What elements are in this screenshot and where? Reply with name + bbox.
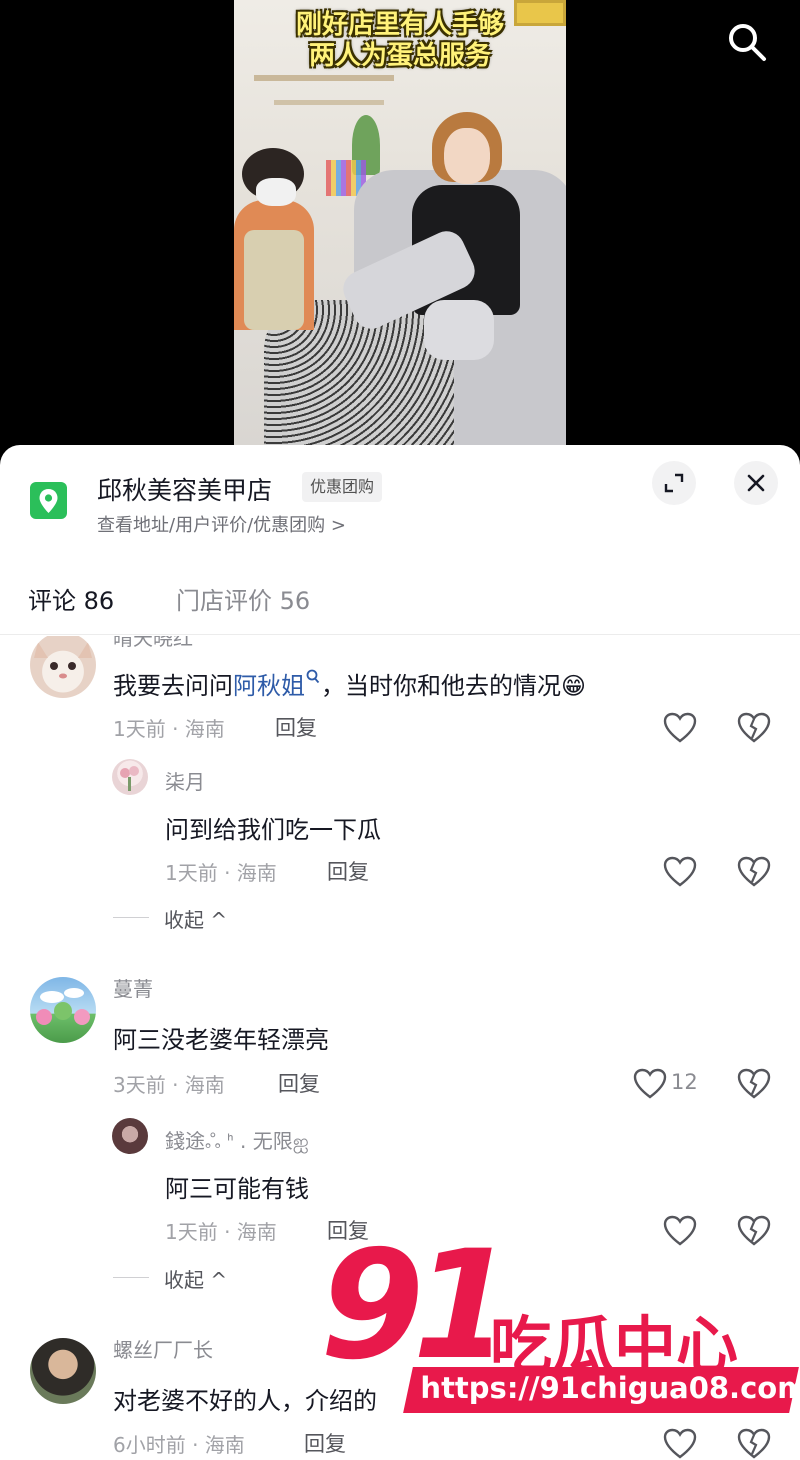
search-button[interactable] bbox=[722, 18, 770, 66]
site-watermark: 91 吃瓜中心 https://91chigua08.com bbox=[320, 1221, 800, 1460]
search-icon[interactable] bbox=[305, 668, 321, 686]
comment-meta: 1天前 · 海南 bbox=[113, 717, 225, 741]
collapse-replies-button[interactable]: 收起 ^ bbox=[164, 904, 227, 933]
like-button[interactable] bbox=[662, 855, 698, 889]
collapse-divider bbox=[113, 917, 149, 918]
mention-link[interactable]: 阿秋姐 bbox=[233, 672, 305, 700]
reply-text: 问到给我们吃一下瓜 bbox=[165, 816, 381, 844]
reply-text: 阿三可能有钱 bbox=[165, 1175, 309, 1203]
comment-text: 阿三没老婆年轻漂亮 bbox=[113, 1026, 329, 1054]
store-bar[interactable]: 邱秋美容美甲店 优惠团购 查看地址/用户评价/优惠团购 > bbox=[0, 445, 800, 555]
expand-icon bbox=[664, 473, 684, 493]
heart-icon bbox=[663, 856, 697, 887]
reply-meta: 1天前 · 海南 bbox=[165, 1220, 277, 1244]
avatar[interactable] bbox=[112, 1118, 148, 1154]
tab-bar: 评论 86 门店评价 56 bbox=[0, 563, 800, 635]
video-caption: 刚好店里有人手够 两人为蛋总服务 bbox=[234, 10, 566, 72]
like-button[interactable] bbox=[662, 1214, 698, 1248]
store-name[interactable]: 邱秋美容美甲店 bbox=[97, 471, 272, 507]
reply-button[interactable]: 回复 bbox=[275, 712, 317, 742]
reply-meta: 1天前 · 海南 bbox=[165, 861, 277, 885]
heart-icon bbox=[633, 1068, 667, 1099]
avatar[interactable] bbox=[30, 636, 96, 698]
wall-shelf bbox=[254, 75, 394, 81]
search-icon bbox=[729, 24, 766, 61]
broken-heart-icon bbox=[737, 712, 771, 743]
reply-button[interactable]: 回复 bbox=[278, 1068, 320, 1098]
technician-apron bbox=[244, 230, 304, 330]
avatar[interactable] bbox=[30, 1338, 96, 1404]
comment-text-before: 我要去问问 bbox=[113, 672, 233, 700]
close-icon bbox=[747, 474, 765, 492]
watermark-url: https://91chigua08.com bbox=[420, 1371, 800, 1405]
caption-line-2: 两人为蛋总服务 bbox=[308, 41, 491, 71]
comment-meta: 6小时前 · 海南 bbox=[113, 1433, 245, 1457]
caption-line-1: 刚好店里有人手够 bbox=[295, 10, 504, 40]
video-player[interactable]: 刚好店里有人手够 两人为蛋总服务 bbox=[0, 0, 800, 470]
group-deal-badge: 优惠团购 bbox=[302, 472, 383, 502]
dislike-button[interactable] bbox=[736, 1067, 772, 1101]
comment-username[interactable]: 晴天晓红 bbox=[113, 636, 193, 651]
reply-username[interactable]: 柒月 bbox=[165, 766, 205, 795]
like-button[interactable] bbox=[632, 1067, 668, 1101]
watermark-url-banner: https://91chigua08.com bbox=[403, 1367, 800, 1413]
broken-heart-icon bbox=[737, 1215, 771, 1246]
pillow bbox=[424, 300, 494, 360]
like-count: 12 bbox=[671, 1070, 698, 1094]
dislike-button[interactable] bbox=[736, 711, 772, 745]
technician-mask bbox=[256, 178, 296, 206]
comment-text-after: ，当时你和他去的情况😁 bbox=[321, 672, 587, 700]
like-button[interactable] bbox=[662, 711, 698, 745]
comment-meta: 3天前 · 海南 bbox=[113, 1073, 225, 1097]
heart-icon bbox=[663, 712, 697, 743]
dislike-button[interactable] bbox=[736, 1214, 772, 1248]
location-pin-icon bbox=[30, 482, 67, 519]
reply-username[interactable]: 錢途ஃ ᑋ . 无限ஐ bbox=[165, 1125, 309, 1156]
reply-button[interactable]: 回复 bbox=[327, 856, 369, 886]
collapse-replies-button[interactable]: 收起 ^ bbox=[164, 1264, 227, 1293]
dislike-button[interactable] bbox=[736, 855, 772, 889]
comment-username[interactable]: 蔓菁 bbox=[113, 973, 153, 1002]
customer-face bbox=[444, 128, 490, 184]
expand-button[interactable] bbox=[652, 461, 696, 505]
tab-comments[interactable]: 评论 86 bbox=[28, 581, 114, 616]
watermark-number: 91 bbox=[320, 1219, 517, 1393]
avatar[interactable] bbox=[30, 977, 96, 1043]
wall-shelf bbox=[274, 100, 384, 105]
avatar[interactable] bbox=[112, 759, 148, 795]
heart-icon bbox=[663, 1215, 697, 1246]
broken-heart-icon bbox=[737, 856, 771, 887]
comment-text: 我要去问问阿秋姐 ，当时你和他去的情况😁 bbox=[113, 666, 586, 701]
close-button[interactable] bbox=[734, 461, 778, 505]
comment-username[interactable]: 螺丝厂厂长 bbox=[113, 1334, 213, 1363]
broken-heart-icon bbox=[737, 1068, 771, 1099]
collapse-divider bbox=[113, 1277, 149, 1278]
tab-store-reviews[interactable]: 门店评价 56 bbox=[176, 581, 310, 616]
video-frame[interactable]: 刚好店里有人手够 两人为蛋总服务 bbox=[234, 0, 566, 445]
store-subtitle-link[interactable]: 查看地址/用户评价/优惠团购 > bbox=[97, 511, 346, 537]
